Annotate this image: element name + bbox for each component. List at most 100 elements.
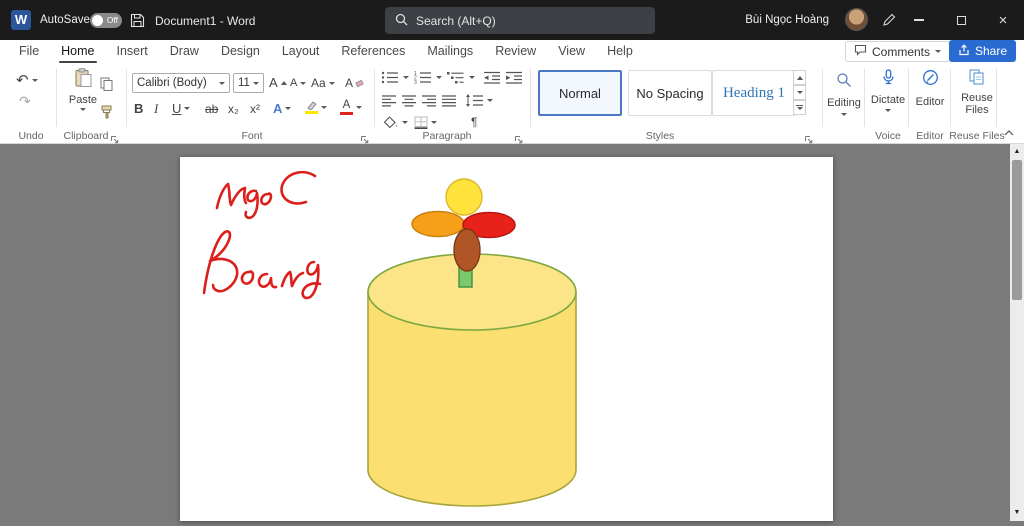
font-color-button[interactable]: A [340,99,362,115]
bold-button[interactable]: B [134,101,143,116]
save-icon[interactable] [130,13,145,33]
ink-pen-icon[interactable] [882,13,896,32]
document-page[interactable] [180,157,833,521]
tab-review[interactable]: Review [484,40,547,63]
arrow-up-icon [796,75,803,80]
collapse-ribbon-button[interactable] [1004,123,1014,141]
shrink-font-letter: A [290,77,298,89]
bullets-button[interactable] [381,71,409,84]
strikethrough-letters: ab [205,102,219,116]
avatar[interactable] [845,8,868,31]
redo-button[interactable]: ↷ [19,93,31,110]
font-family-value: Calibri (Body) [137,77,207,89]
align-left-button[interactable] [382,95,397,107]
font-size-select[interactable]: 11 [233,73,264,93]
ink-handwriting-line2[interactable] [202,230,322,300]
style-heading-1[interactable]: Heading 1 [712,70,796,116]
superscript-button[interactable]: x² [250,102,260,116]
tab-help[interactable]: Help [596,40,644,63]
flower-left-petal[interactable] [411,210,465,238]
show-marks-button[interactable]: ¶ [471,115,477,129]
multilevel-list-button[interactable] [447,71,475,84]
borders-button[interactable] [414,116,437,129]
decrease-indent-button[interactable] [484,71,501,84]
tab-mailings[interactable]: Mailings [416,40,484,63]
numbering-button[interactable]: 123 [414,71,442,84]
line-spacing-button[interactable] [465,94,493,107]
search-placeholder: Search (Alt+Q) [416,13,496,28]
chevron-down-icon [436,76,442,79]
tab-insert[interactable]: Insert [106,40,159,63]
scroll-up-arrow[interactable]: ▲ [1010,145,1024,159]
minimize-button[interactable] [898,0,940,40]
shading-button[interactable] [383,116,408,129]
paste-button[interactable]: Paste [62,68,104,124]
text-effects-button[interactable]: A [273,101,292,116]
svg-text:3: 3 [414,80,417,84]
scrollbar-thumb[interactable] [1012,160,1022,300]
dictate-label: Dictate [870,94,906,106]
align-center-button[interactable] [402,95,417,107]
increase-indent-button[interactable] [506,71,523,84]
vertical-scrollbar[interactable]: ▲ ▼ [1010,144,1024,521]
autosave-toggle[interactable]: Off [90,13,122,28]
tab-references[interactable]: References [330,40,416,63]
close-button[interactable]: × [982,0,1024,40]
styles-scroll-down[interactable] [793,85,806,100]
undo-group-label: Undo [18,130,44,142]
grow-font-button[interactable]: A [269,75,287,90]
highlight-button[interactable] [305,100,327,114]
tab-file[interactable]: File [8,40,50,63]
styles-gallery-expand[interactable] [793,100,806,115]
style-normal[interactable]: Normal [538,70,622,116]
share-button[interactable]: Share [948,40,1016,62]
underline-button[interactable]: U [172,101,191,116]
change-case-button[interactable]: Aa [311,76,335,90]
dictate-button[interactable]: Dictate [866,63,910,133]
group-separator [530,69,531,127]
font-color-letter: A [342,99,351,111]
chevron-down-icon [31,78,38,82]
search-input[interactable]: Search (Alt+Q) [385,7,655,34]
ink-handwriting-line1[interactable] [215,170,317,220]
italic-letter: I [154,101,159,116]
style-name: Normal [559,85,601,101]
justify-icon [442,95,456,107]
strikethrough-button[interactable]: ab [205,102,218,116]
microphone-icon [882,69,895,91]
flower-top-petal[interactable] [445,178,483,216]
maximize-button[interactable] [940,0,982,40]
superscript-letters: x² [250,102,260,116]
format-painter-icon[interactable] [100,105,114,124]
comments-button[interactable]: Comments [844,41,950,62]
reuse-files-button[interactable]: Reuse Files [952,63,1002,133]
subscript-button[interactable]: x₂ [228,102,239,116]
flower-center-petal[interactable] [453,228,481,272]
align-right-button[interactable] [422,95,437,107]
cylinder-shape[interactable] [367,253,577,507]
styles-scroll-up[interactable] [793,70,806,85]
align-left-icon [382,95,396,107]
comment-bubble-icon [854,44,867,59]
font-family-select[interactable]: Calibri (Body) [132,73,230,93]
tab-view[interactable]: View [547,40,596,63]
chevron-down-icon [935,50,941,53]
shrink-font-button[interactable]: A [290,77,307,89]
justify-button[interactable] [442,95,457,107]
tab-home[interactable]: Home [50,40,105,63]
scroll-down-arrow[interactable]: ▼ [1010,506,1024,520]
copy-icon[interactable] [100,77,113,96]
change-case-letters: Aa [311,76,326,90]
tab-draw[interactable]: Draw [159,40,210,63]
clear-formatting-button[interactable]: A [345,76,364,90]
word-app-icon[interactable]: W [11,10,31,30]
editor-button[interactable]: Editor [910,63,950,133]
editing-dropdown[interactable]: Editing [824,63,864,133]
undo-button[interactable]: ↶ [16,71,38,89]
tab-layout[interactable]: Layout [271,40,331,63]
style-no-spacing[interactable]: No Spacing [628,70,712,116]
tab-design[interactable]: Design [210,40,271,63]
user-name[interactable]: Bùi Ngọc Hoàng [745,14,829,26]
chevron-down-icon [431,121,437,124]
italic-button[interactable]: I [154,101,158,117]
